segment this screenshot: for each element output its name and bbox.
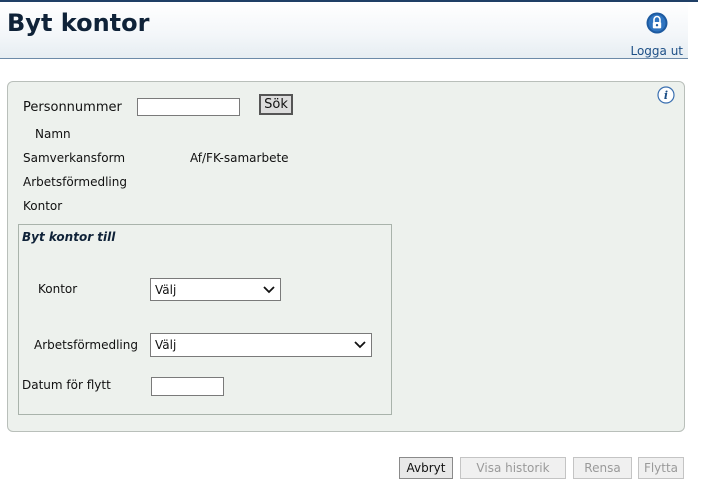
arbetsformedling-label: Arbetsförmedling <box>23 175 127 189</box>
new-arbetsformedling-label: Arbetsförmedling <box>34 338 138 352</box>
history-button[interactable]: Visa historik <box>460 457 566 479</box>
personnummer-label: Personnummer <box>23 100 122 115</box>
page-title: Byt kontor <box>7 9 150 37</box>
namn-label: Namn <box>35 127 71 141</box>
cancel-button[interactable]: Avbryt <box>399 457 453 479</box>
move-button[interactable]: Flytta <box>638 457 684 479</box>
logout-link[interactable]: Logga ut <box>630 44 683 58</box>
datum-label: Datum för flytt <box>22 378 111 392</box>
info-icon[interactable]: i <box>657 86 675 104</box>
datum-input[interactable] <box>151 377 224 396</box>
clear-button[interactable]: Rensa <box>573 457 632 479</box>
kontor-select-value: Välj <box>155 282 177 297</box>
chevron-down-icon <box>354 341 366 349</box>
arbetsformedling-select-value: Välj <box>155 338 177 352</box>
personnummer-input[interactable] <box>137 98 240 116</box>
kontor-select[interactable]: Välj <box>150 278 281 301</box>
samverkansform-value: Af/FK-samarbete <box>190 151 289 165</box>
kontor-label: Kontor <box>23 199 63 213</box>
samverkansform-label: Samverkansform <box>23 151 126 165</box>
new-kontor-label: Kontor <box>38 282 78 296</box>
page-header: Byt kontor Logga ut <box>0 2 688 59</box>
svg-text:i: i <box>664 89 668 102</box>
change-office-legend: Byt kontor till <box>22 230 116 244</box>
logout-icon[interactable] <box>646 12 668 34</box>
arbetsformedling-select[interactable]: Välj <box>150 333 372 357</box>
chevron-down-icon <box>263 285 275 293</box>
search-button[interactable]: Sök <box>259 94 293 115</box>
